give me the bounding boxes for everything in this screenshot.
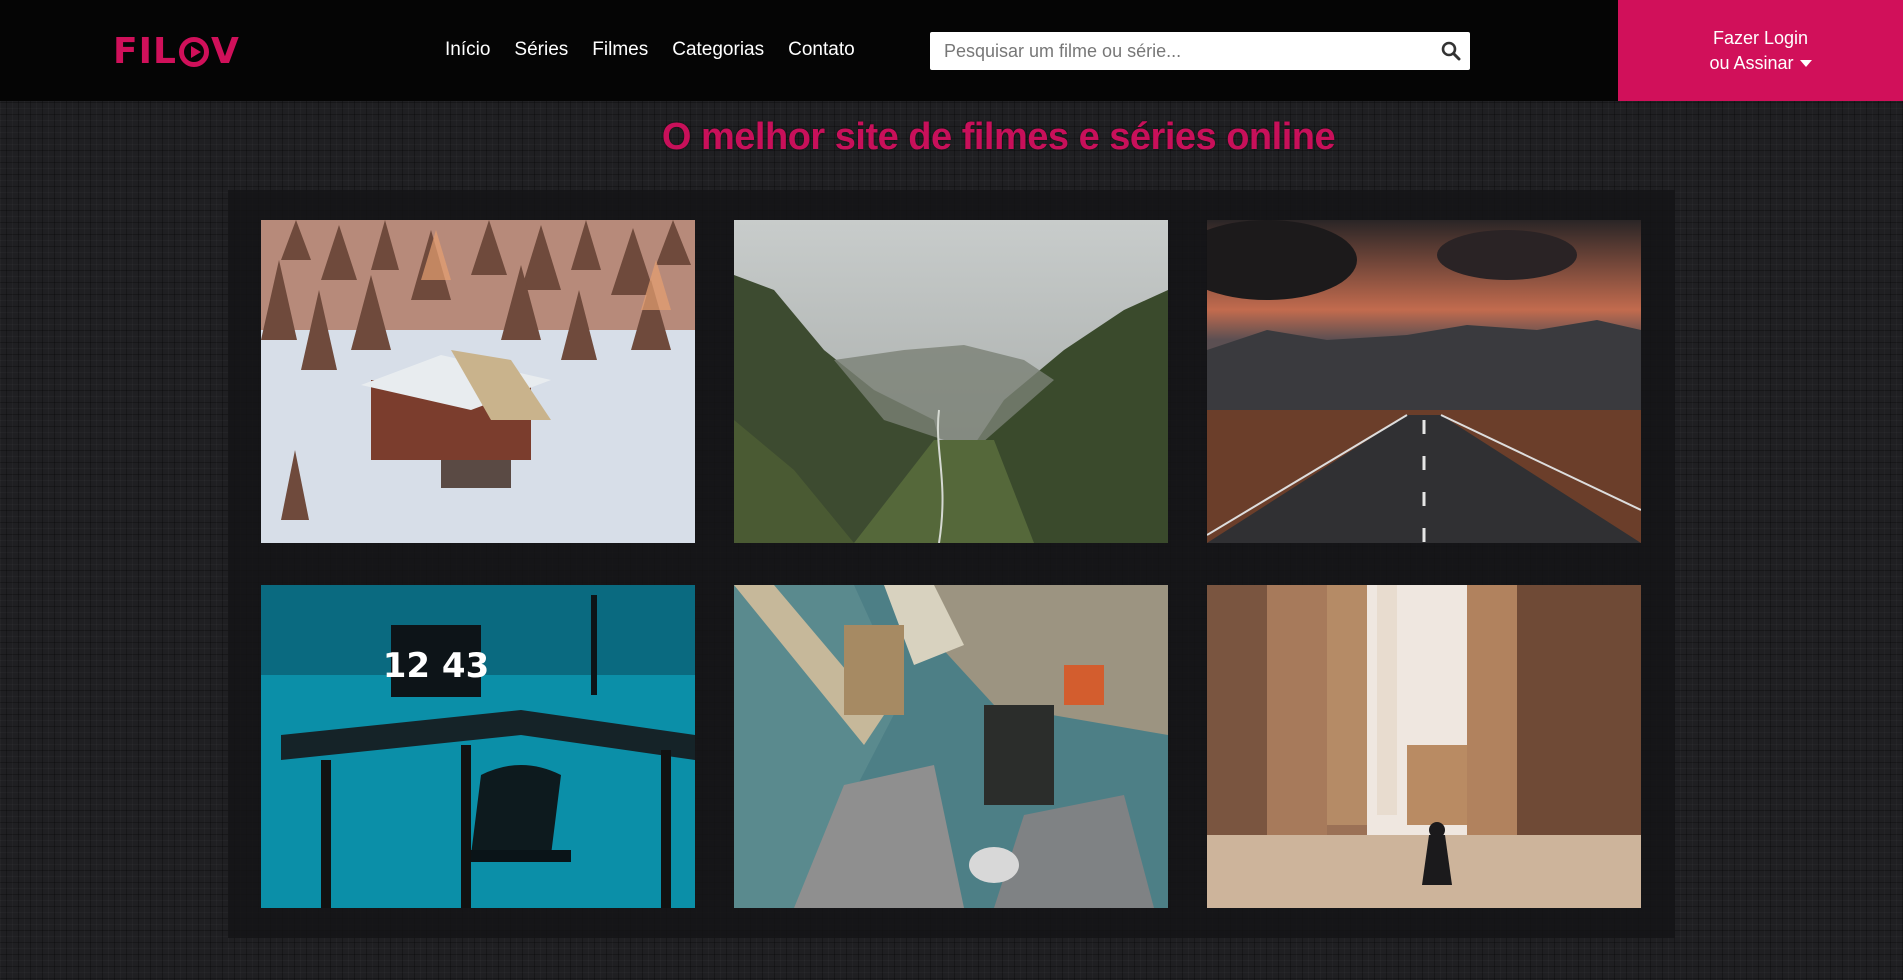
misty-valley-image [734, 220, 1168, 543]
filmov-logo[interactable]: FIL V [113, 30, 240, 74]
main-nav: Início Séries Filmes Categorias Contato [445, 38, 879, 62]
search-icon[interactable] [1432, 32, 1470, 70]
snowy-cabin-image [261, 220, 695, 543]
login-label: Fazer Login [1712, 27, 1809, 48]
login-subscribe-button[interactable]: Fazer Login ou Assinar [1618, 0, 1903, 101]
temple-columns-image [1207, 585, 1641, 908]
subscribe-label: ou Assinar [1709, 52, 1794, 73]
gallery-panel: 12 43 [228, 190, 1675, 938]
nav-link-contato[interactable]: Contato [788, 38, 855, 62]
nav-link-series[interactable]: Séries [514, 38, 568, 62]
sunset-road-image [1207, 220, 1641, 543]
page-title: O melhor site de filmes e séries online [0, 116, 1903, 159]
caret-down-icon [1799, 59, 1812, 67]
search-bar [930, 32, 1470, 70]
page-title-text: O melhor site de filmes e séries online [661, 116, 1336, 158]
svg-text:12 43: 12 43 [383, 646, 489, 686]
helicopter-view-image [734, 585, 1168, 908]
nav-link-inicio[interactable]: Início [445, 38, 490, 62]
nav-link-categorias[interactable]: Categorias [672, 38, 764, 62]
gallery-thumb-helicopter-view[interactable] [734, 585, 1168, 908]
gallery-thumb-misty-valley[interactable] [734, 220, 1168, 543]
subscribe-row: ou Assinar [1709, 51, 1812, 76]
logo-text-end: V [210, 31, 240, 72]
neon-desk-image: 12 43 [261, 585, 695, 908]
gallery-thumb-snowy-cabin[interactable] [261, 220, 695, 543]
nav-link-filmes[interactable]: Filmes [592, 38, 648, 62]
search-input[interactable] [930, 32, 1432, 70]
gallery-thumb-neon-desk[interactable]: 12 43 [261, 585, 695, 908]
gallery-thumb-temple-columns[interactable] [1207, 585, 1641, 908]
top-navbar: FIL V Início Séries Filmes Categorias Con… [0, 0, 1903, 101]
logo-text-start: FIL [113, 31, 177, 72]
gallery-thumb-sunset-road[interactable] [1207, 220, 1641, 543]
play-icon [178, 37, 209, 67]
